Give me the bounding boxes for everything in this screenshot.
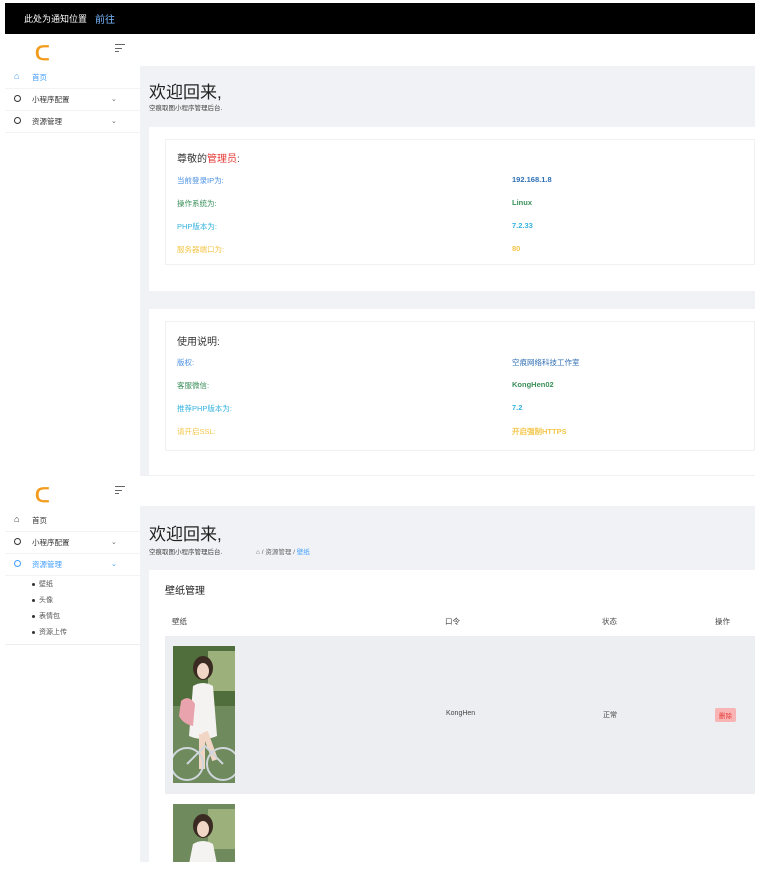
main-content: 欢迎回来, 空痕取图小程序管理后台. ⌂ / 资源管理 / 壁纸 壁纸管理 壁纸… bbox=[140, 506, 755, 862]
code-cell: KongHen bbox=[446, 710, 476, 717]
chevron-down-icon: ⌄ bbox=[111, 96, 117, 103]
table-header: 口令 bbox=[445, 617, 460, 626]
submenu-item-wallpaper[interactable]: 壁纸 bbox=[5, 576, 140, 592]
page-title: 欢迎回来, bbox=[149, 525, 222, 544]
breadcrumb: ⌂ / 资源管理 / 壁纸 bbox=[256, 546, 310, 556]
page-subtitle: 空痕取图小程序管理后台. bbox=[149, 105, 223, 112]
card-title: 尊敬的管理员: bbox=[177, 154, 240, 165]
sidebar-menu: ⌂ 首页 小程序配置 ⌄ 资源管理 ⌄ bbox=[5, 67, 140, 133]
top-bar bbox=[140, 34, 755, 67]
logo-icon[interactable]: ᑕ bbox=[35, 483, 50, 507]
table-header: 操作 bbox=[715, 617, 730, 626]
info-row: 服务器端口为: 80 bbox=[177, 244, 754, 256]
resources-submenu: 壁纸 头像 表情包 资源上传 bbox=[5, 576, 140, 645]
table-row: KongHen 正常 删除 bbox=[165, 636, 755, 794]
info-row: PHP版本为: 7.2.33 bbox=[177, 221, 754, 233]
sidebar-item-resources[interactable]: 资源管理 ⌄ bbox=[5, 554, 140, 576]
usage-row: 客服微信: KongHen02 bbox=[177, 380, 754, 392]
status-cell: 正常 bbox=[603, 712, 617, 719]
sidebar-item-resources[interactable]: 资源管理 ⌄ bbox=[5, 111, 140, 133]
info-value: 192.168.1.8 bbox=[512, 175, 552, 184]
wallpaper-thumbnail[interactable] bbox=[173, 646, 235, 783]
chevron-down-icon: ⌄ bbox=[111, 539, 117, 546]
usage-row: 推荐PHP版本为: 7.2 bbox=[177, 403, 754, 415]
usage-key: 客服微信: bbox=[177, 381, 210, 390]
table-row bbox=[165, 794, 755, 862]
table-title: 壁纸管理 bbox=[165, 586, 205, 597]
circle-icon bbox=[14, 95, 21, 102]
sidebar-item-label: 资源管理 bbox=[32, 117, 62, 126]
info-row: 操作系统为: Linux bbox=[177, 198, 754, 210]
wallpaper-thumbnail[interactable] bbox=[173, 804, 235, 862]
usage-inner: 使用说明: 版权: 空痕网络科技工作室 客服微信: KongHen02 推荐PH… bbox=[165, 321, 755, 451]
page-subtitle: 空痕取图小程序管理后台. bbox=[149, 549, 223, 556]
top-bar bbox=[140, 476, 755, 507]
sidebar: ᑕ ⌂ 首页 小程序配置 ⌄ 资源管理 ⌄ bbox=[5, 34, 141, 476]
usage-card: 使用说明: 版权: 空痕网络科技工作室 客服微信: KongHen02 推荐PH… bbox=[149, 309, 755, 475]
sidebar-menu: ⌂ 首页 小程序配置 ⌄ 资源管理 ⌄ 壁纸 头像 表情包 资源上传 bbox=[5, 510, 140, 645]
sidebar: ᑕ ⌂ 首页 小程序配置 ⌄ 资源管理 ⌄ 壁纸 头像 表情包 资源上传 bbox=[5, 476, 141, 862]
sidebar-item-label: 小程序配置 bbox=[32, 538, 70, 547]
card-title: 使用说明: bbox=[177, 337, 220, 348]
page-title: 欢迎回来, bbox=[149, 83, 222, 102]
home-icon: ⌂ bbox=[14, 514, 20, 524]
submenu-item-upload[interactable]: 资源上传 bbox=[5, 624, 140, 640]
submenu-item-sticker[interactable]: 表情包 bbox=[5, 608, 140, 624]
info-key: 服务器端口为: bbox=[177, 245, 225, 254]
sidebar-item-miniapp-config[interactable]: 小程序配置 ⌄ bbox=[5, 89, 140, 111]
sidebar-item-label: 首页 bbox=[32, 516, 47, 525]
info-key: PHP版本为: bbox=[177, 222, 218, 231]
usage-value: 空痕网络科技工作室 bbox=[512, 358, 580, 367]
circle-icon bbox=[14, 560, 21, 567]
sidebar-item-miniapp-config[interactable]: 小程序配置 ⌄ bbox=[5, 532, 140, 554]
usage-value: 7.2 bbox=[512, 403, 523, 412]
server-info-inner: 尊敬的管理员: 当前登录IP为: 192.168.1.8 操作系统为: Linu… bbox=[165, 139, 755, 265]
breadcrumb-mid[interactable]: / 资源管理 / bbox=[262, 549, 295, 556]
usage-key: 请开启SSL: bbox=[177, 427, 216, 436]
table-header: 壁纸 bbox=[172, 617, 187, 626]
usage-key: 推荐PHP版本为: bbox=[177, 404, 233, 413]
sidebar-item-home[interactable]: ⌂ 首页 bbox=[5, 510, 140, 532]
notice-text: 此处为通知位置 bbox=[24, 14, 88, 24]
usage-value: KongHen02 bbox=[512, 380, 554, 389]
breadcrumb-current: 壁纸 bbox=[296, 549, 310, 556]
usage-row: 请开启SSL: 开启强制HTTPS bbox=[177, 426, 754, 438]
server-info-card: 尊敬的管理员: 当前登录IP为: 192.168.1.8 操作系统为: Linu… bbox=[149, 127, 755, 291]
chevron-down-icon: ⌄ bbox=[111, 118, 117, 125]
circle-icon bbox=[14, 538, 21, 545]
chevron-up-icon: ⌄ bbox=[111, 561, 117, 568]
submenu-item-avatar[interactable]: 头像 bbox=[5, 592, 140, 608]
menu-toggle-icon[interactable] bbox=[115, 44, 125, 54]
info-key: 当前登录IP为: bbox=[177, 176, 224, 185]
info-value: 80 bbox=[512, 244, 521, 253]
logo-icon[interactable]: ᑕ bbox=[35, 41, 50, 65]
info-row: 当前登录IP为: 192.168.1.8 bbox=[177, 175, 754, 187]
sidebar-item-label: 小程序配置 bbox=[32, 95, 70, 104]
main-content: 欢迎回来, 空痕取图小程序管理后台. 尊敬的管理员: 当前登录IP为: 192.… bbox=[140, 66, 755, 476]
delete-button[interactable]: 删除 bbox=[715, 708, 736, 722]
wallpaper-panel: ᑕ ⌂ 首页 小程序配置 ⌄ 资源管理 ⌄ 壁纸 头像 表情包 资源上传 欢迎回… bbox=[5, 476, 755, 862]
usage-row: 版权: 空痕网络科技工作室 bbox=[177, 357, 754, 369]
sidebar-item-label: 资源管理 bbox=[32, 560, 62, 569]
circle-icon bbox=[14, 117, 21, 124]
dashboard-panel: ᑕ ⌂ 首页 小程序配置 ⌄ 资源管理 ⌄ 欢迎回来, 空痕取图小程序管理后台. bbox=[5, 34, 755, 476]
menu-toggle-icon[interactable] bbox=[115, 486, 125, 496]
wallpaper-table-card: 壁纸管理 壁纸 口令 状态 操作 KongHen 正常 删除 bbox=[149, 570, 755, 862]
home-icon[interactable]: ⌂ bbox=[256, 549, 260, 556]
sidebar-item-label: 首页 bbox=[32, 73, 47, 82]
notice-bar: 此处为通知位置 前往 bbox=[5, 3, 755, 34]
home-icon: ⌂ bbox=[14, 71, 20, 81]
usage-value: 开启强制HTTPS bbox=[512, 427, 567, 436]
notice-link[interactable]: 前往 bbox=[95, 11, 115, 26]
info-key: 操作系统为: bbox=[177, 199, 217, 208]
info-value: 7.2.33 bbox=[512, 221, 533, 230]
sidebar-item-home[interactable]: ⌂ 首页 bbox=[5, 67, 140, 89]
usage-key: 版权: bbox=[177, 358, 195, 367]
table-header: 状态 bbox=[602, 617, 617, 626]
info-value: Linux bbox=[512, 198, 532, 207]
